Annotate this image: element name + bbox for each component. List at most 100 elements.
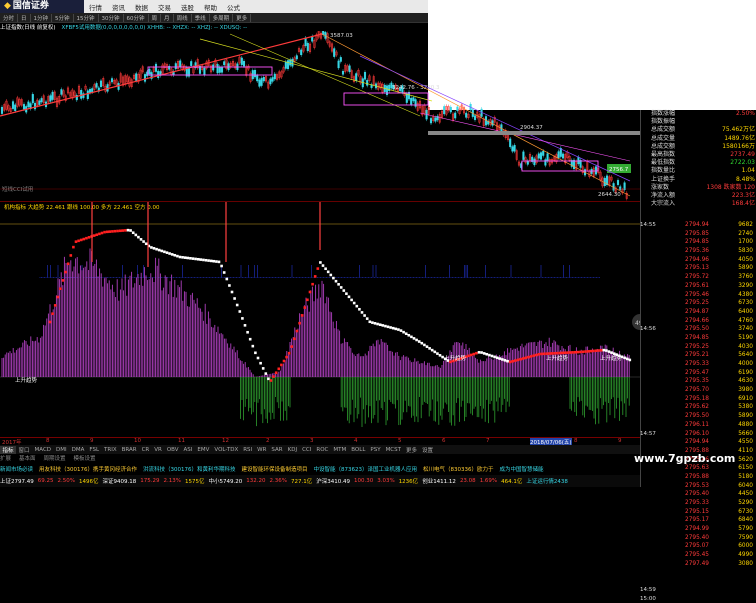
tab-11[interactable]: ASI: [181, 447, 195, 453]
tab-5[interactable]: FSL: [87, 447, 102, 453]
trade-row: 2795.85 2740: [685, 230, 756, 239]
period-button-1[interactable]: 日: [18, 13, 31, 22]
ticker-item-5[interactable]: 松川电气（830336）欧力于: [423, 465, 494, 473]
tab-25[interactable]: 设置: [420, 446, 436, 454]
tab-4[interactable]: DMA: [69, 447, 87, 453]
period-button-3[interactable]: 5分钟: [52, 13, 74, 22]
trade-row: 2794.87 6400: [685, 308, 756, 317]
main-price-chart[interactable]: 短线CCI试用 3587.03 3242.76 - 3220.3 2904.37…: [0, 31, 640, 201]
trend-dot: [118, 229, 122, 233]
indicator-chart[interactable]: 机构指标 大趋势 22.461 跟线 100.00 多方 22.461 空方 0…: [0, 201, 640, 438]
tab-22[interactable]: PSY: [368, 447, 383, 453]
tab-9[interactable]: VR: [152, 447, 165, 453]
tab-6[interactable]: TRIX: [102, 447, 120, 453]
ticker-item-1[interactable]: 用友科技（300176）携手黄冈经济合作: [39, 465, 137, 473]
tab-17[interactable]: KDJ: [285, 447, 299, 453]
trade-row: 2795.70 3980: [685, 386, 756, 395]
menu-item-1[interactable]: 资讯: [107, 2, 130, 12]
tab-23[interactable]: MCST: [383, 447, 403, 453]
tab-8[interactable]: CR: [139, 447, 152, 453]
menu-item-2[interactable]: 数据: [130, 2, 153, 12]
trend-dot: [553, 351, 556, 355]
zx-change: 132.20: [246, 478, 266, 484]
period-button-9[interactable]: 周线: [174, 13, 192, 22]
period-button-2[interactable]: 1分钟: [31, 13, 53, 22]
period-button-12[interactable]: 更多: [233, 13, 252, 22]
period-button-4[interactable]: 15分钟: [74, 13, 99, 22]
trend-dot: [589, 349, 593, 353]
trend-dot: [586, 350, 590, 353]
trend-dot: [433, 350, 437, 354]
tab-12[interactable]: EMV: [195, 447, 212, 453]
tab-13[interactable]: VOL-TDX: [212, 447, 241, 453]
ma-legend: XFBF5试用数据(0,0,0,0,0,0,0,0) XHHB: -- XHZX…: [61, 25, 248, 31]
trend-dot: [298, 321, 301, 325]
ticker-item-3[interactable]: 建设智能环保设备制造项目: [242, 465, 308, 473]
ext-item-1[interactable]: 基本面: [19, 454, 36, 462]
period-button-5[interactable]: 30分钟: [99, 13, 124, 22]
trend-dot: [381, 324, 385, 327]
ticker-item-2[interactable]: 洪流科技（300176）和黄利华期科技: [143, 465, 236, 473]
panel-value-7: 1.04: [741, 167, 755, 175]
indicator-tabs: 指标 窗口 MACD DMI DMA FSL TRIX BRAR CR VR OBV ASI EMV VO…: [0, 445, 640, 454]
menu-item-5[interactable]: 帮助: [199, 2, 222, 12]
trade-volume: 3080: [738, 560, 753, 567]
trend-dot: [116, 229, 119, 233]
tab-14[interactable]: RSI: [241, 447, 255, 453]
tab-16[interactable]: SAR: [269, 447, 285, 453]
candle-body: [594, 166, 598, 175]
trend-dot: [293, 337, 296, 341]
candle-body: [260, 78, 263, 86]
menu-item-6[interactable]: 公式: [222, 2, 245, 12]
trend-dot: [490, 354, 494, 358]
ext-item-0[interactable]: 扩展: [0, 454, 11, 462]
ext-item-3[interactable]: 模板设置: [74, 454, 96, 462]
panel-row-8: 上证换手 8.48%: [641, 176, 756, 184]
trend-dot: [628, 358, 632, 362]
trend-dot: [251, 344, 255, 348]
candle-body: [511, 146, 514, 152]
candle-body: [513, 145, 516, 152]
menu-item-0[interactable]: 行情: [84, 2, 107, 12]
menu-item-3[interactable]: 交易: [153, 2, 176, 12]
tab-18[interactable]: CCI: [300, 447, 314, 453]
tab-20[interactable]: MTM: [331, 447, 349, 453]
trend-dot: [264, 372, 268, 375]
news-ticker[interactable]: 新闻市场必读 用友科技（300176）携手黄冈经济合作 洪流科技（300176）和黄…: [0, 462, 640, 475]
trade-volume: 2740: [738, 230, 753, 237]
period-button-10[interactable]: 季线: [192, 13, 210, 22]
menu-item-4[interactable]: 选股: [176, 2, 199, 12]
ticker-item-4[interactable]: 中设智能（873623）泽国工业机器人应用: [314, 465, 418, 473]
trade-price: 2795.40: [685, 491, 709, 498]
tab-2[interactable]: MACD: [32, 447, 54, 453]
panel-label-8: 上证换手: [651, 175, 676, 183]
tab-15[interactable]: WR: [255, 447, 269, 453]
trade-volume: 6910: [738, 395, 753, 402]
tab-24[interactable]: 更多: [404, 446, 420, 454]
tab-10[interactable]: OBV: [164, 447, 181, 453]
trend-dot: [498, 357, 502, 360]
period-button-7[interactable]: 周: [149, 13, 162, 22]
panel-value-3: 1489.76亿: [724, 134, 755, 142]
trend-dot: [599, 349, 603, 352]
trend-dot: [339, 286, 343, 289]
trend-dot: [508, 360, 512, 364]
tab-1[interactable]: 窗口: [16, 446, 32, 454]
ticker-item-6[interactable]: 成为中国智慧储能: [500, 465, 544, 473]
tab-3[interactable]: DMI: [54, 447, 70, 453]
ticker-item-0[interactable]: 新闻市场必读: [0, 465, 33, 473]
trade-volume: 5180: [738, 473, 753, 480]
hs-percent: 3.03%: [377, 478, 395, 484]
candle-body: [561, 153, 565, 159]
trade-volume: 5290: [738, 500, 753, 506]
period-button-6[interactable]: 60分钟: [124, 13, 149, 22]
period-button-8[interactable]: 月: [161, 13, 174, 22]
tab-7[interactable]: BRAR: [119, 447, 139, 453]
ext-item-2[interactable]: 周期设置: [44, 454, 66, 462]
period-button-11[interactable]: 多周期: [210, 13, 234, 22]
period-button-0[interactable]: 分时: [0, 13, 19, 22]
tab-0[interactable]: 指标: [0, 445, 17, 454]
tab-19[interactable]: ROC: [314, 447, 331, 453]
candle-body: [148, 68, 151, 75]
tab-21[interactable]: BOLL: [349, 447, 368, 453]
